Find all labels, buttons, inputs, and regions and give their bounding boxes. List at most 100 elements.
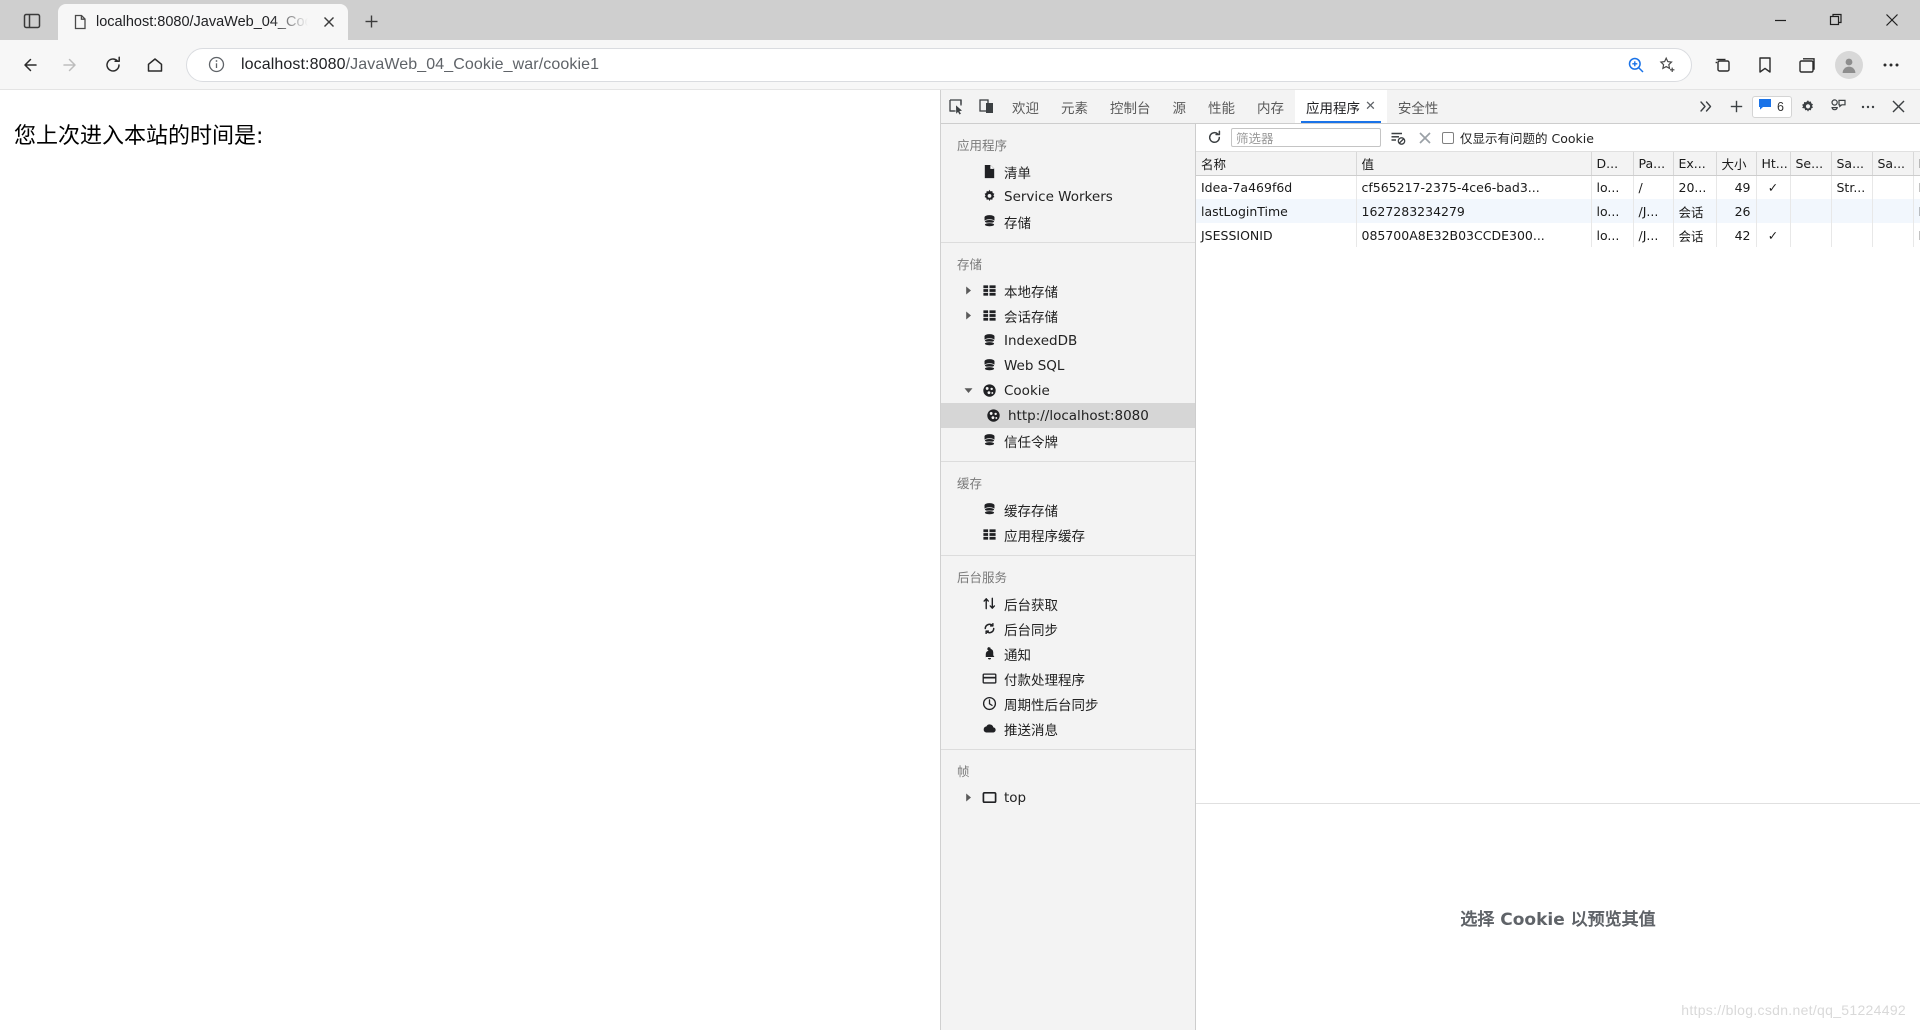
cookie-cell-priority[interactable]: M... <box>1913 223 1920 247</box>
column-header-size[interactable]: 大小 <box>1716 152 1757 176</box>
cookie-row[interactable]: lastLoginTime 1627283234279 lo.../J... 会话 26… <box>1196 199 1920 223</box>
sidebar-item[interactable]: 本地存储 <box>941 278 1195 303</box>
sidebar-item[interactable]: 会话存储 <box>941 303 1195 328</box>
devtools-tab-0[interactable]: 欢迎 <box>1001 90 1050 123</box>
sidebar-item[interactable]: Cookie <box>941 378 1195 403</box>
cookie-cell-priority[interactable]: M... <box>1913 199 1920 223</box>
chevron-right-icon[interactable] <box>963 793 974 802</box>
cookie-filter-input[interactable]: 筛选器 <box>1231 128 1381 147</box>
column-header-path[interactable]: Pa... <box>1633 152 1674 176</box>
devtools-tab-1[interactable]: 元素 <box>1050 90 1099 123</box>
sidebar-item[interactable]: 后台获取 <box>941 591 1195 616</box>
cookie-cell-priority[interactable]: M... <box>1913 175 1920 199</box>
sidebar-item[interactable]: 推送消息 <box>941 716 1195 741</box>
back-icon[interactable] <box>10 46 48 84</box>
devtools-tab-3[interactable]: 源 <box>1162 90 1198 123</box>
devtools-tab-2[interactable]: 控制台 <box>1099 90 1162 123</box>
cookie-cell-domain[interactable]: lo... <box>1591 175 1634 199</box>
reload-icon[interactable] <box>94 46 132 84</box>
cookie-cell-value[interactable]: 085700A8E32B03CCDE300... <box>1356 223 1592 247</box>
column-header-expires[interactable]: Ex... <box>1673 152 1717 176</box>
forward-icon[interactable] <box>52 46 90 84</box>
add-tab-icon[interactable] <box>1722 94 1750 120</box>
sidebar-item[interactable]: 缓存存储 <box>941 497 1195 522</box>
devtools-tab-6[interactable]: 应用程序 ✕ <box>1295 90 1387 123</box>
clear-filtered-icon[interactable] <box>1388 128 1408 148</box>
chevron-right-icon[interactable] <box>963 311 974 320</box>
sidebar-item[interactable]: 后台同步 <box>941 616 1195 641</box>
cookie-cell-path[interactable]: / <box>1633 175 1674 199</box>
sidebar-item[interactable]: Web SQL <box>941 353 1195 378</box>
browser-tab[interactable]: localhost:8080/JavaWeb_04_Coo <box>58 4 348 40</box>
collections-icon[interactable] <box>1704 46 1742 84</box>
cookie-cell-httponly[interactable]: ✓ <box>1756 175 1791 199</box>
column-header-samesite[interactable]: Sa... <box>1831 152 1873 176</box>
cookie-cell-secure[interactable] <box>1790 199 1832 223</box>
cookie-cell-name[interactable]: lastLoginTime <box>1196 199 1357 223</box>
sidebar-item[interactable]: top <box>941 785 1195 810</box>
feedback-icon[interactable] <box>1824 94 1852 120</box>
cookie-cell-size[interactable]: 42 <box>1716 223 1757 247</box>
device-toolbar-icon[interactable] <box>971 90 1001 123</box>
cookie-cell-name[interactable]: JSESSIONID <box>1196 223 1357 247</box>
devtools-tab-close-icon[interactable]: ✕ <box>1365 99 1376 114</box>
cookie-cell-path[interactable]: /J... <box>1633 223 1674 247</box>
only-problem-cookies-checkbox[interactable]: 仅显示有问题的 Cookie <box>1442 128 1594 147</box>
cookie-row[interactable]: Idea-7a469f6d cf565217-2375-4ce6-bad3... l… <box>1196 175 1920 199</box>
inspect-element-icon[interactable] <box>941 90 971 123</box>
tab-close-icon[interactable] <box>316 9 342 35</box>
new-tab-button[interactable] <box>356 6 386 36</box>
profile-avatar[interactable] <box>1830 46 1868 84</box>
cookie-cell-size[interactable]: 26 <box>1716 199 1757 223</box>
devtools-more-icon[interactable] <box>1854 94 1882 120</box>
collections-panel-icon[interactable] <box>1788 46 1826 84</box>
column-header-sameparty[interactable]: Sa... <box>1872 152 1914 176</box>
sidebar-item[interactable]: 存储 <box>941 209 1195 234</box>
cookie-cell-samesite[interactable] <box>1831 223 1873 247</box>
checkbox-box[interactable] <box>1442 131 1454 144</box>
chevron-down-icon[interactable] <box>963 386 974 395</box>
cookie-cell-sameparty[interactable] <box>1872 175 1914 199</box>
column-header-secure[interactable]: Se... <box>1790 152 1832 176</box>
sidebar-item[interactable]: 清单 <box>941 159 1195 184</box>
devtools-tab-5[interactable]: 内存 <box>1246 90 1295 123</box>
cookie-cell-samesite[interactable] <box>1831 199 1873 223</box>
star-add-icon[interactable] <box>1653 50 1683 80</box>
cookie-cell-domain[interactable]: lo... <box>1591 199 1634 223</box>
column-header-name[interactable]: 名称 <box>1196 152 1357 176</box>
cookie-cell-expires[interactable]: 会话 <box>1673 223 1717 247</box>
devtools-tab-7[interactable]: 安全性 <box>1387 90 1450 123</box>
issues-badge[interactable]: 6 <box>1752 95 1792 118</box>
cookie-cell-samesite[interactable]: Str... <box>1831 175 1873 199</box>
cookie-cell-expires[interactable]: 会话 <box>1673 199 1717 223</box>
sidebar-item[interactable]: 信任令牌 <box>941 428 1195 453</box>
column-header-domain[interactable]: D... <box>1591 152 1634 176</box>
cookie-cell-sameparty[interactable] <box>1872 223 1914 247</box>
cookie-cell-expires[interactable]: 20... <box>1673 175 1717 199</box>
cookie-cell-sameparty[interactable] <box>1872 199 1914 223</box>
sidebar-item[interactable]: 通知 <box>941 641 1195 666</box>
window-minimize-button[interactable] <box>1752 0 1808 40</box>
more-tabs-icon[interactable] <box>1692 94 1720 120</box>
devtools-close-icon[interactable] <box>1884 94 1912 120</box>
address-bar[interactable]: localhost:8080/JavaWeb_04_Cookie_war/coo… <box>186 47 1692 82</box>
cookie-cell-path[interactable]: /J... <box>1633 199 1674 223</box>
sidebar-item[interactable]: Service Workers <box>941 184 1195 209</box>
cookie-cell-value[interactable]: cf565217-2375-4ce6-bad3... <box>1356 175 1592 199</box>
sidebar-item[interactable]: IndexedDB <box>941 328 1195 353</box>
cookie-cell-name[interactable]: Idea-7a469f6d <box>1196 175 1357 199</box>
cookie-cell-size[interactable]: 49 <box>1716 175 1757 199</box>
sidebar-item[interactable]: 付款处理程序 <box>941 666 1195 691</box>
cookie-row[interactable]: JSESSIONID 085700A8E32B03CCDE300... lo... /… <box>1196 223 1920 247</box>
column-header-value[interactable]: 值 <box>1356 152 1592 176</box>
refresh-icon[interactable] <box>1204 128 1224 148</box>
cookie-cell-httponly[interactable] <box>1756 199 1791 223</box>
clear-all-cookies-icon[interactable] <box>1415 128 1435 148</box>
tab-list-icon[interactable] <box>10 4 54 38</box>
cookie-cell-secure[interactable] <box>1790 175 1832 199</box>
gear-icon[interactable] <box>1794 94 1822 120</box>
cookie-cell-httponly[interactable]: ✓ <box>1756 223 1791 247</box>
cookie-cell-secure[interactable] <box>1790 223 1832 247</box>
favorites-icon[interactable] <box>1746 46 1784 84</box>
sidebar-item[interactable]: 应用程序缓存 <box>941 522 1195 547</box>
